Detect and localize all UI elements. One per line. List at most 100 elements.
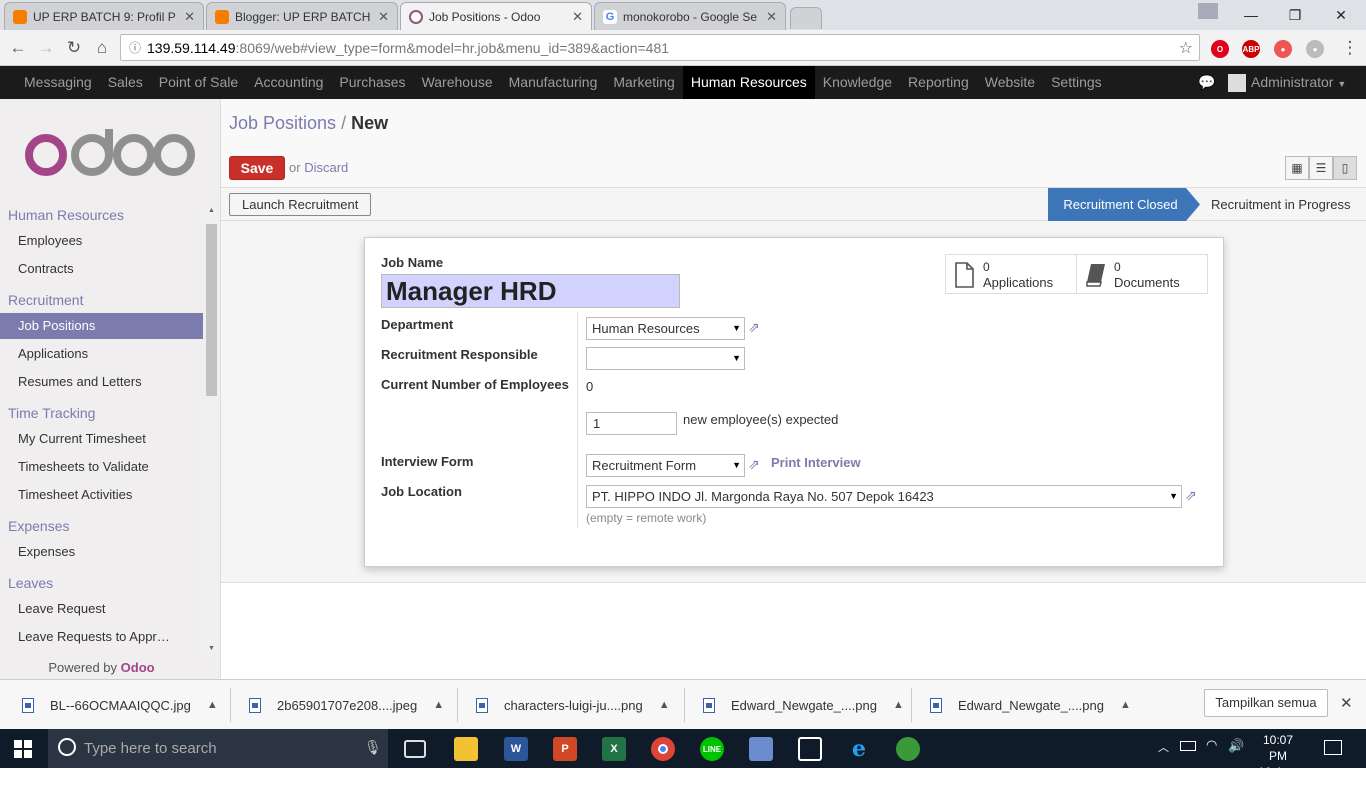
menu-reporting[interactable]: Reporting (900, 66, 977, 99)
chevron-up-icon[interactable]: ▲ (893, 699, 904, 711)
extension-icon[interactable]: ● (1306, 40, 1324, 58)
menu-website[interactable]: Website (977, 66, 1043, 99)
menu-messaging[interactable]: Messaging (16, 66, 100, 99)
chrome-menu-icon[interactable]: ⋮ (1338, 36, 1362, 60)
menu-manufacturing[interactable]: Manufacturing (501, 66, 606, 99)
back-icon[interactable]: ← (6, 36, 30, 60)
avatar[interactable] (1228, 74, 1246, 92)
sidebar-item-applications[interactable]: Applications (0, 341, 203, 367)
documents-stat-button[interactable]: 0 Documents (1076, 254, 1208, 294)
scroll-up-icon[interactable]: ▲ (205, 207, 218, 219)
sidebar-item-employees[interactable]: Employees (0, 228, 203, 254)
reload-icon[interactable]: ↻ (62, 36, 86, 60)
download-item[interactable]: BL--66OCMAAIQQC.jpg ▲ (22, 690, 218, 720)
external-link-icon[interactable]: ⇗ (1185, 487, 1197, 504)
paint-icon[interactable] (749, 737, 773, 761)
download-item[interactable]: 2b65901707e208....jpeg ▲ (249, 690, 444, 720)
close-icon[interactable]: ✕ (184, 9, 195, 25)
breadcrumb-parent[interactable]: Job Positions (229, 113, 336, 133)
info-icon[interactable]: ⓘ (129, 39, 141, 56)
taskbar-search-box[interactable]: Type here to search 🎙 (48, 729, 388, 768)
download-item[interactable]: Edward_Newgate_....png ▲ (930, 690, 1131, 720)
chat-icon[interactable]: 💬 (1198, 74, 1215, 91)
discard-button[interactable]: Discard (304, 160, 348, 175)
recruitment-responsible-select[interactable]: ▼ (586, 347, 745, 370)
browser-tab[interactable]: UP ERP BATCH 9: Profil P ✕ (4, 2, 204, 30)
sidebar-item-leave-request[interactable]: Leave Request (0, 596, 203, 622)
extension-icon[interactable]: ● (1274, 40, 1292, 58)
close-downloads-icon[interactable]: ✕ (1340, 694, 1353, 712)
photos-icon[interactable] (798, 737, 822, 761)
scroll-down-icon[interactable]: ▼ (205, 645, 218, 657)
sidebar-item-leave-requests-approve[interactable]: Leave Requests to Appr… (0, 624, 203, 650)
opera-icon[interactable]: O (1211, 40, 1229, 58)
external-link-icon[interactable]: ⇗ (748, 319, 760, 336)
department-select[interactable]: Human Resources ▼ (586, 317, 745, 340)
address-bar[interactable]: ⓘ 139.59.114.49:8069/web#view_type=form&… (120, 34, 1200, 61)
new-tab-button[interactable] (790, 7, 822, 29)
task-view-icon[interactable] (404, 740, 426, 758)
show-all-downloads-button[interactable]: Tampilkan semua (1204, 689, 1328, 717)
browser-tab-active[interactable]: Job Positions - Odoo ✕ (400, 2, 592, 30)
chrome-icon[interactable] (651, 737, 675, 761)
sidebar-item-expenses[interactable]: Expenses (0, 539, 203, 565)
menu-warehouse[interactable]: Warehouse (414, 66, 501, 99)
close-icon[interactable]: ✕ (378, 9, 389, 25)
wifi-icon[interactable]: ◠ (1206, 737, 1217, 753)
scrollbar-thumb[interactable] (206, 224, 217, 396)
save-button[interactable]: Save (229, 156, 285, 180)
close-icon[interactable]: ✕ (572, 9, 583, 25)
sidebar-item-resumes[interactable]: Resumes and Letters (0, 369, 203, 395)
system-clock[interactable]: 10:07 PM 16-Apr-17 (1254, 732, 1302, 796)
notification-icon[interactable] (1324, 740, 1342, 755)
menu-point-of-sale[interactable]: Point of Sale (151, 66, 246, 99)
sidebar-item-job-positions[interactable]: Job Positions (0, 313, 203, 339)
user-menu[interactable]: Administrator ▼ (1251, 66, 1346, 101)
powered-by-brand[interactable]: Odoo (121, 660, 155, 675)
adblock-icon[interactable]: ABP (1242, 40, 1260, 58)
browser-tab[interactable]: Blogger: UP ERP BATCH 9 ✕ (206, 2, 398, 30)
list-view-icon[interactable]: ☰ (1309, 156, 1333, 180)
expected-employees-input[interactable]: 1 (586, 412, 677, 435)
chevron-up-icon[interactable]: ▲ (659, 699, 670, 711)
close-icon[interactable]: ✕ (766, 9, 777, 25)
powerpoint-icon[interactable]: P (553, 737, 577, 761)
download-item[interactable]: Edward_Newgate_....png ▲ (703, 690, 904, 720)
line-icon[interactable]: LINE (700, 737, 724, 761)
sidebar-item-timesheet-activities[interactable]: Timesheet Activities (0, 482, 203, 508)
excel-icon[interactable]: X (602, 737, 626, 761)
job-name-input[interactable]: Manager HRD (381, 274, 680, 308)
internet-explorer-icon[interactable]: e (847, 736, 871, 762)
download-manager-icon[interactable] (896, 737, 920, 761)
external-link-icon[interactable]: ⇗ (748, 456, 760, 473)
menu-purchases[interactable]: Purchases (331, 66, 413, 99)
word-icon[interactable]: W (504, 737, 528, 761)
stage-recruitment-closed[interactable]: Recruitment Closed (1048, 188, 1193, 221)
menu-human-resources[interactable]: Human Resources (682, 66, 815, 99)
profile-icon[interactable] (1198, 3, 1218, 19)
browser-tab[interactable]: G monokorobo - Google Se ✕ (594, 2, 786, 30)
chevron-up-icon[interactable]: ▲ (433, 699, 444, 711)
menu-settings[interactable]: Settings (1043, 66, 1110, 99)
sidebar-scrollbar[interactable]: ▲ ▼ (205, 207, 218, 657)
forward-icon[interactable]: → (34, 36, 58, 60)
sidebar-item-my-timesheet[interactable]: My Current Timesheet (0, 426, 203, 452)
stage-recruitment-in-progress[interactable]: Recruitment in Progress (1211, 188, 1350, 221)
launch-recruitment-button[interactable]: Launch Recruitment (229, 193, 372, 216)
windows-start-icon[interactable] (14, 740, 32, 758)
battery-icon[interactable] (1180, 741, 1196, 751)
menu-sales[interactable]: Sales (100, 66, 151, 99)
chevron-up-icon[interactable]: ▲ (1120, 699, 1131, 711)
microphone-icon[interactable]: 🎙 (364, 739, 382, 756)
applications-stat-button[interactable]: 0 Applications (945, 254, 1077, 294)
sidebar-item-contracts[interactable]: Contracts (0, 256, 203, 282)
tray-chevron-icon[interactable]: ︿ (1158, 739, 1169, 755)
download-item[interactable]: characters-luigi-ju....png ▲ (476, 690, 670, 720)
kanban-view-icon[interactable]: ▦ (1285, 156, 1309, 180)
chevron-up-icon[interactable]: ▲ (207, 699, 218, 711)
form-view-icon[interactable]: ▯ (1333, 156, 1357, 180)
window-close-icon[interactable]: ✕ (1318, 0, 1364, 30)
menu-marketing[interactable]: Marketing (605, 66, 682, 99)
volume-icon[interactable]: 🔊 (1228, 738, 1244, 754)
interview-form-select[interactable]: Recruitment Form ▼ (586, 454, 745, 477)
